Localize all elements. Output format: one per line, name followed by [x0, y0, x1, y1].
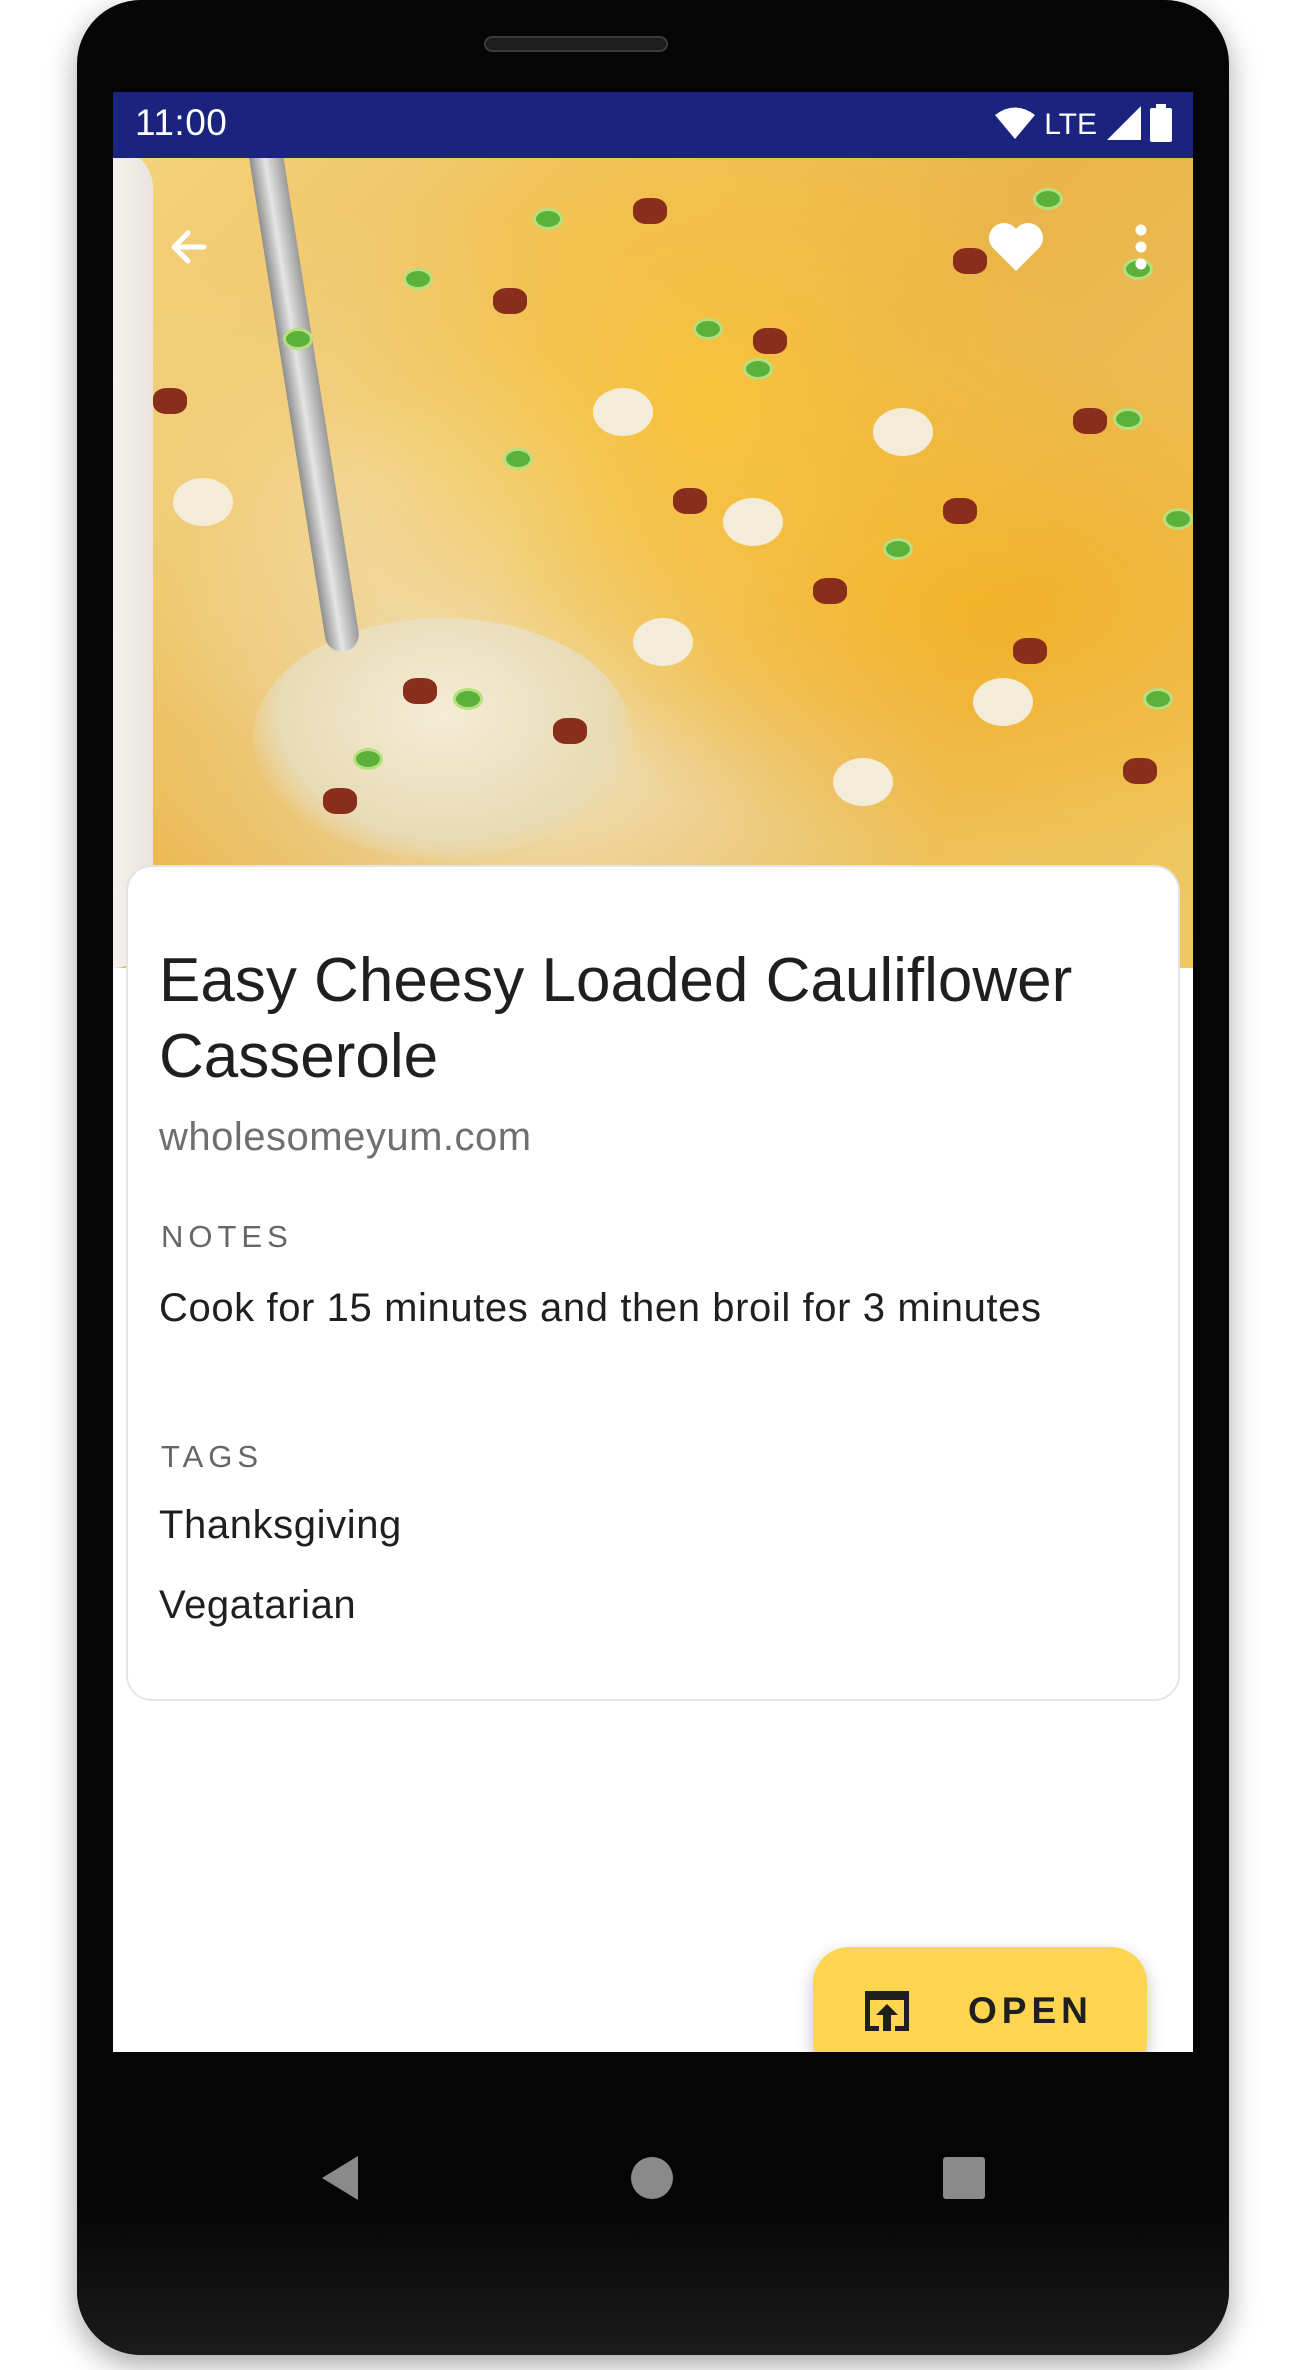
- battery-icon: [1149, 103, 1173, 147]
- bacon-bit: [943, 498, 977, 524]
- status-bar: 11:00 LTE: [113, 92, 1193, 158]
- tag-item[interactable]: Thanksgiving: [159, 1503, 402, 1548]
- cauliflower-floret: [973, 678, 1033, 726]
- green-onion: [883, 538, 913, 560]
- nav-recents-button[interactable]: [934, 2150, 994, 2210]
- bacon-bit: [673, 488, 707, 514]
- green-onion: [1033, 188, 1063, 210]
- dish-rim: [113, 158, 153, 968]
- recents-square-icon: [943, 2156, 985, 2204]
- green-onion: [743, 358, 773, 380]
- bacon-bit: [493, 288, 527, 314]
- bacon-bit: [403, 678, 437, 704]
- bacon-bit: [1123, 758, 1157, 784]
- tag-item[interactable]: Vegatarian: [159, 1583, 356, 1628]
- cellular-signal-icon: [1107, 105, 1141, 145]
- bacon-bit: [753, 328, 787, 354]
- notes-text: Cook for 15 minutes and then broil for 3…: [159, 1286, 1042, 1330]
- back-button[interactable]: [153, 214, 223, 284]
- green-onion: [403, 268, 433, 290]
- recipe-hero-image: [113, 158, 1193, 968]
- green-onion: [353, 748, 383, 770]
- green-onion: [693, 318, 723, 340]
- green-onion: [533, 208, 563, 230]
- tags-label: TAGS: [161, 1439, 264, 1474]
- favorite-button[interactable]: [981, 214, 1051, 284]
- bacon-bit: [813, 578, 847, 604]
- cauliflower-floret: [723, 498, 783, 546]
- bacon-bit: [153, 388, 187, 414]
- bacon-bit: [1013, 638, 1047, 664]
- app-screen: 11:00 LTE Easy Cheesy Loaded Cauliflower…: [113, 92, 1193, 2052]
- wifi-icon: [994, 106, 1036, 145]
- home-circle-icon: [630, 2156, 674, 2205]
- bacon-bit: [633, 198, 667, 224]
- cauliflower-floret: [873, 408, 933, 456]
- back-triangle-icon: [320, 2155, 360, 2205]
- green-onion: [1113, 408, 1143, 430]
- green-onion: [503, 448, 533, 470]
- notes-label: NOTES: [161, 1219, 293, 1254]
- cauliflower-floret: [593, 388, 653, 436]
- recipe-title: Easy Cheesy Loaded Cauliflower Casserole: [159, 946, 1073, 1091]
- bacon-bit: [1073, 408, 1107, 434]
- phone-speaker: [484, 36, 668, 52]
- cauliflower-floret: [173, 478, 233, 526]
- serving-spoon: [243, 158, 362, 655]
- cauliflower-floret: [633, 618, 693, 666]
- bacon-bit: [323, 788, 357, 814]
- more-vertical-icon: [1134, 223, 1148, 276]
- open-button[interactable]: OPEN: [813, 1947, 1147, 2052]
- cauliflower-floret: [833, 758, 893, 806]
- back-arrow-icon: [164, 223, 212, 276]
- green-onion: [1163, 508, 1193, 530]
- bacon-bit: [553, 718, 587, 744]
- green-onion: [453, 688, 483, 710]
- nav-home-button[interactable]: [622, 2150, 682, 2210]
- green-onion: [1143, 688, 1173, 710]
- open-button-label: OPEN: [968, 1990, 1093, 2031]
- open-in-browser-icon: [861, 1987, 913, 2040]
- recipe-source-link[interactable]: wholesomeyum.com: [159, 1115, 532, 1160]
- status-time: 11:00: [135, 102, 228, 143]
- nav-back-button[interactable]: [310, 2150, 370, 2210]
- green-onion: [283, 328, 313, 350]
- more-options-button[interactable]: [1116, 214, 1166, 284]
- status-icons: LTE: [994, 103, 1173, 147]
- network-type-label: LTE: [1044, 108, 1097, 141]
- favorite-heart-icon: [987, 221, 1045, 278]
- recipe-details-card: Easy Cheesy Loaded Cauliflower Casserole…: [126, 865, 1180, 1701]
- system-navigation-bar: [0, 2100, 1305, 2270]
